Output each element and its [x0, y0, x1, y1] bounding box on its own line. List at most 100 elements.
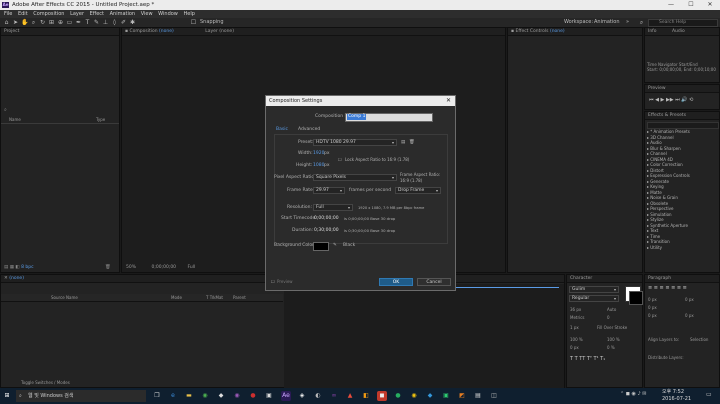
puppet-tool-icon[interactable]: ✱ — [129, 19, 136, 26]
rotate-tool-icon[interactable]: ↻ — [39, 19, 46, 26]
indent-left-field[interactable]: 0 px — [648, 297, 657, 302]
menu-edit[interactable]: Edit — [18, 10, 28, 18]
align-layers-dropdown[interactable]: Selection — [690, 337, 708, 342]
stroke-width-field[interactable]: 1 px — [570, 325, 579, 330]
delete-preset-icon[interactable]: 🗑 — [409, 140, 415, 146]
pan-behind-tool-icon[interactable]: ⊕ — [57, 19, 64, 26]
start-timecode-value[interactable]: 0;00;00;00 — [314, 216, 339, 222]
visual-studio-icon[interactable]: ∞ — [329, 391, 339, 401]
bpc-label[interactable]: 8 bpc — [21, 265, 33, 270]
app-icon[interactable]: ▤ — [473, 391, 483, 401]
layer-tab[interactable]: Layer — [205, 29, 218, 34]
tab-advanced[interactable]: Advanced — [298, 127, 320, 133]
col-trkmat[interactable]: T TrkMat — [206, 295, 223, 300]
menu-effect[interactable]: Effect — [90, 10, 104, 18]
maximize-button[interactable]: ☐ — [684, 0, 698, 10]
cancel-button[interactable]: Cancel — [417, 278, 451, 286]
file-explorer-icon[interactable]: ▬ — [184, 391, 194, 401]
edge-browser-icon[interactable]: e — [168, 391, 178, 401]
minimize-button[interactable]: — — [664, 0, 678, 10]
brush-tool-icon[interactable]: ✎ — [93, 19, 100, 26]
toggle-switches-modes[interactable]: Toggle Switches / Modes — [21, 380, 70, 385]
chrome-icon[interactable]: ◉ — [200, 391, 210, 401]
home-icon[interactable]: ⌂ — [3, 19, 10, 26]
lock-aspect-checkbox[interactable]: ☐ — [338, 157, 342, 163]
clone-tool-icon[interactable]: ⊥ — [102, 19, 109, 26]
zoom-tool-icon[interactable]: ⌕ — [30, 19, 37, 26]
indent-right-field[interactable]: 0 px — [685, 297, 694, 302]
workspace-dropdown[interactable]: Animation — [594, 19, 620, 26]
space-after-field[interactable]: 0 px — [685, 313, 694, 318]
close-window-button[interactable]: ✕ — [703, 0, 717, 10]
menu-view[interactable]: View — [141, 10, 153, 18]
app-icon[interactable]: ▣ — [441, 391, 451, 401]
workspace-chevron-icon[interactable]: » — [626, 19, 629, 26]
font-size-field[interactable]: 36 px — [570, 307, 581, 312]
menu-window[interactable]: Window — [158, 10, 178, 18]
faux-styles-row[interactable]: T T TT Tᵀ T¹ T₁ — [570, 357, 605, 362]
pen-tool-icon[interactable]: ✒ — [75, 19, 82, 26]
app-icon[interactable]: ◐ — [313, 391, 323, 401]
app-icon[interactable]: ◈ — [297, 391, 307, 401]
effects-search-input[interactable] — [647, 122, 719, 129]
app-icon[interactable]: ◆ — [216, 391, 226, 401]
rectangle-tool-icon[interactable]: ▭ — [66, 19, 73, 26]
effect-controls-value[interactable]: (none) — [550, 29, 565, 34]
col-mode[interactable]: Mode — [171, 295, 182, 300]
timeline-tab[interactable]: (none) — [9, 276, 24, 281]
background-color-swatch[interactable] — [313, 242, 329, 251]
menu-animation[interactable]: Animation — [110, 10, 136, 18]
menu-layer[interactable]: Layer — [70, 10, 84, 18]
lock-icon[interactable]: ▪ — [125, 29, 128, 34]
camera-tool-icon[interactable]: ⊞ — [48, 19, 55, 26]
timeline-track-area[interactable] — [284, 284, 564, 388]
font-dropdown[interactable]: Gulim ▾ — [569, 286, 619, 293]
kerning-field[interactable]: Metrics — [570, 315, 585, 320]
info-tab[interactable]: Info — [648, 29, 657, 34]
interpret-footage-icon[interactable]: ▤ — [4, 265, 8, 270]
app-icon[interactable]: ◩ — [457, 391, 467, 401]
timecode[interactable]: 0;00;00;00 — [151, 265, 176, 270]
close-tab-icon[interactable]: ✕ — [4, 276, 8, 281]
tracking-field[interactable]: 0 — [607, 315, 610, 320]
task-view-icon[interactable]: ❐ — [152, 391, 162, 401]
taskbar-search-box[interactable]: ⌕ 웹 및 Windows 검색 — [16, 390, 146, 402]
preview-checkbox[interactable]: ☐ — [271, 279, 275, 285]
search-icon[interactable]: ⌕ — [638, 19, 645, 26]
new-folder-icon[interactable]: ▦ — [10, 265, 14, 270]
search-icon[interactable]: ⌕ — [4, 108, 10, 113]
col-parent[interactable]: Parent — [233, 295, 246, 300]
character-tab[interactable]: Character — [570, 276, 592, 281]
tab-basic[interactable]: Basic — [276, 127, 288, 133]
after-effects-taskbar-icon[interactable]: Ae — [281, 391, 291, 401]
font-style-dropdown[interactable]: Regular ▾ — [569, 295, 619, 302]
resolution-dropdown[interactable]: Full — [187, 265, 195, 270]
app-icon[interactable]: ◫ — [489, 391, 499, 401]
app-icon[interactable]: ◆ — [425, 391, 435, 401]
stroke-color-swatch[interactable] — [629, 291, 643, 305]
space-before-field[interactable]: 0 px — [648, 313, 657, 318]
tsume-field[interactable]: 0 % — [607, 345, 615, 350]
menu-file[interactable]: File — [4, 10, 12, 18]
trash-icon[interactable]: 🗑 — [105, 265, 111, 270]
height-value[interactable]: 1080 — [313, 163, 324, 169]
hand-tool-icon[interactable]: ✋ — [21, 19, 28, 26]
col-type[interactable]: Type — [96, 117, 105, 122]
type-tool-icon[interactable]: T — [84, 19, 91, 26]
menu-help[interactable]: Help — [183, 10, 194, 18]
snapping-checkbox[interactable]: ☐ — [190, 19, 197, 26]
col-name[interactable]: Name — [9, 117, 21, 122]
kakaotalk-icon[interactable]: ◉ — [409, 391, 419, 401]
app-icon[interactable]: ▣ — [264, 391, 274, 401]
preview-tab[interactable]: Preview — [648, 86, 666, 91]
eyedropper-icon[interactable]: ✎ — [333, 243, 337, 249]
leading-field[interactable]: Auto — [607, 307, 616, 312]
app-icon[interactable]: ◼ — [377, 391, 387, 401]
width-value[interactable]: 1920 — [313, 151, 324, 157]
selection-tool-icon[interactable]: ➤ — [12, 19, 19, 26]
composition-name-input[interactable]: Comp 1 — [345, 113, 433, 122]
composition-tab[interactable]: Composition — [130, 29, 158, 34]
alignment-buttons[interactable]: ≡ ≡ ≡ ≡ ≡ ≡ ≡ — [648, 286, 687, 291]
windows-start-icon[interactable]: ⊞ — [2, 391, 12, 401]
dialog-close-button[interactable]: ✕ — [446, 96, 451, 106]
